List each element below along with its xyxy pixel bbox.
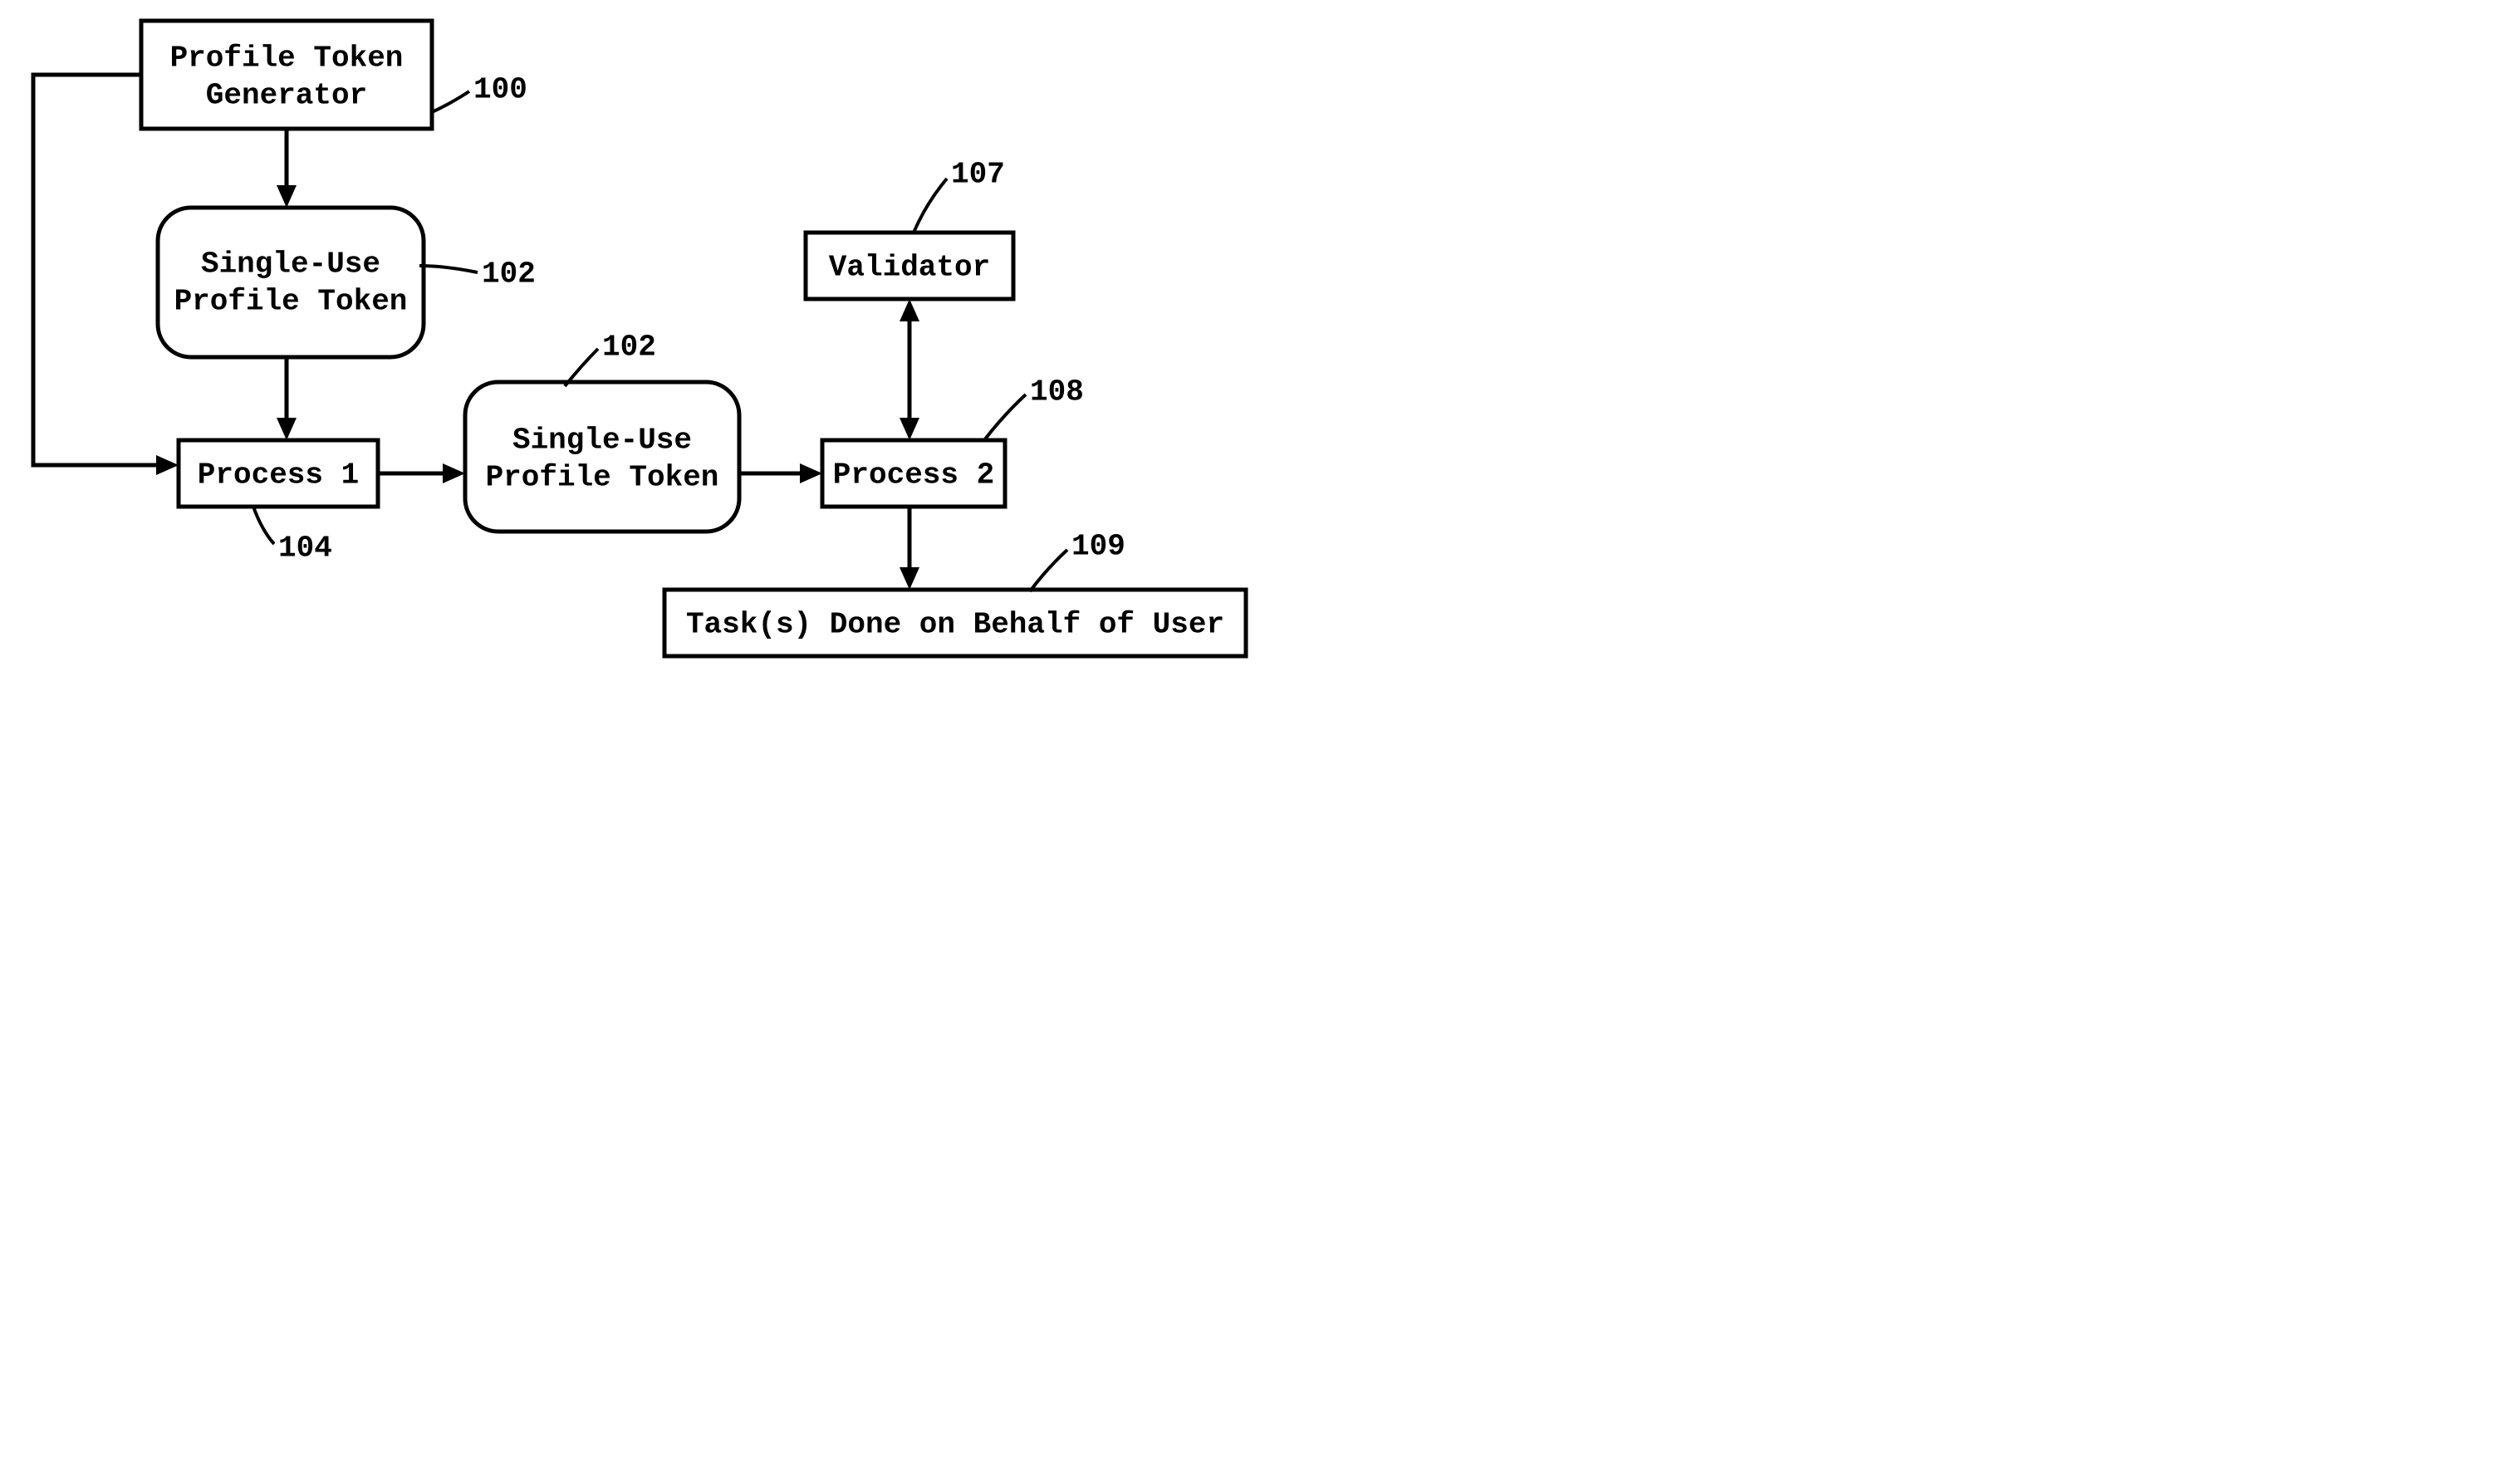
ref-102b: 102 bbox=[602, 331, 656, 365]
arrow-generator-to-token1 bbox=[277, 185, 297, 208]
arrow-process2-to-tasks bbox=[900, 567, 919, 590]
arrow-token2-to-process2 bbox=[800, 463, 822, 483]
leader-104 bbox=[253, 507, 274, 544]
leader-108 bbox=[984, 395, 1026, 440]
flowchart: Profile Token Generator Single-Use Profi… bbox=[0, 0, 1260, 740]
arrow-validator-bottom bbox=[900, 418, 919, 440]
leader-100 bbox=[432, 91, 469, 112]
node-process1-line1: Process 1 bbox=[198, 458, 359, 493]
node-token1-line1: Single-Use bbox=[201, 247, 380, 282]
node-token2-line1: Single-Use bbox=[512, 424, 692, 458]
arrow-process1-to-token2 bbox=[443, 463, 465, 483]
node-validator-line1: Validator bbox=[829, 251, 990, 285]
ref-104: 104 bbox=[278, 532, 332, 566]
ref-102a: 102 bbox=[482, 257, 536, 292]
arrow-token1-to-process1 bbox=[277, 418, 297, 440]
node-tasks-line1: Task(s) Done on Behalf of User bbox=[686, 608, 1224, 642]
ref-109: 109 bbox=[1071, 530, 1125, 564]
leader-107 bbox=[914, 179, 947, 233]
node-generator-line2: Generator bbox=[206, 79, 367, 113]
ref-107: 107 bbox=[951, 158, 1005, 192]
ref-108: 108 bbox=[1030, 375, 1084, 409]
node-token2-line2: Profile Token bbox=[486, 461, 719, 495]
arrow-validator-top bbox=[900, 299, 919, 321]
leader-102a bbox=[419, 266, 478, 272]
arrow-loop-to-process1 bbox=[156, 455, 179, 475]
node-token1 bbox=[158, 208, 424, 357]
ref-100: 100 bbox=[473, 73, 527, 107]
leader-109 bbox=[1030, 550, 1067, 591]
node-process2-line1: Process 2 bbox=[833, 458, 994, 493]
edge-loop-generator-process1 bbox=[33, 75, 166, 465]
node-token1-line2: Profile Token bbox=[174, 285, 408, 319]
node-generator-line1: Profile Token bbox=[170, 42, 404, 76]
